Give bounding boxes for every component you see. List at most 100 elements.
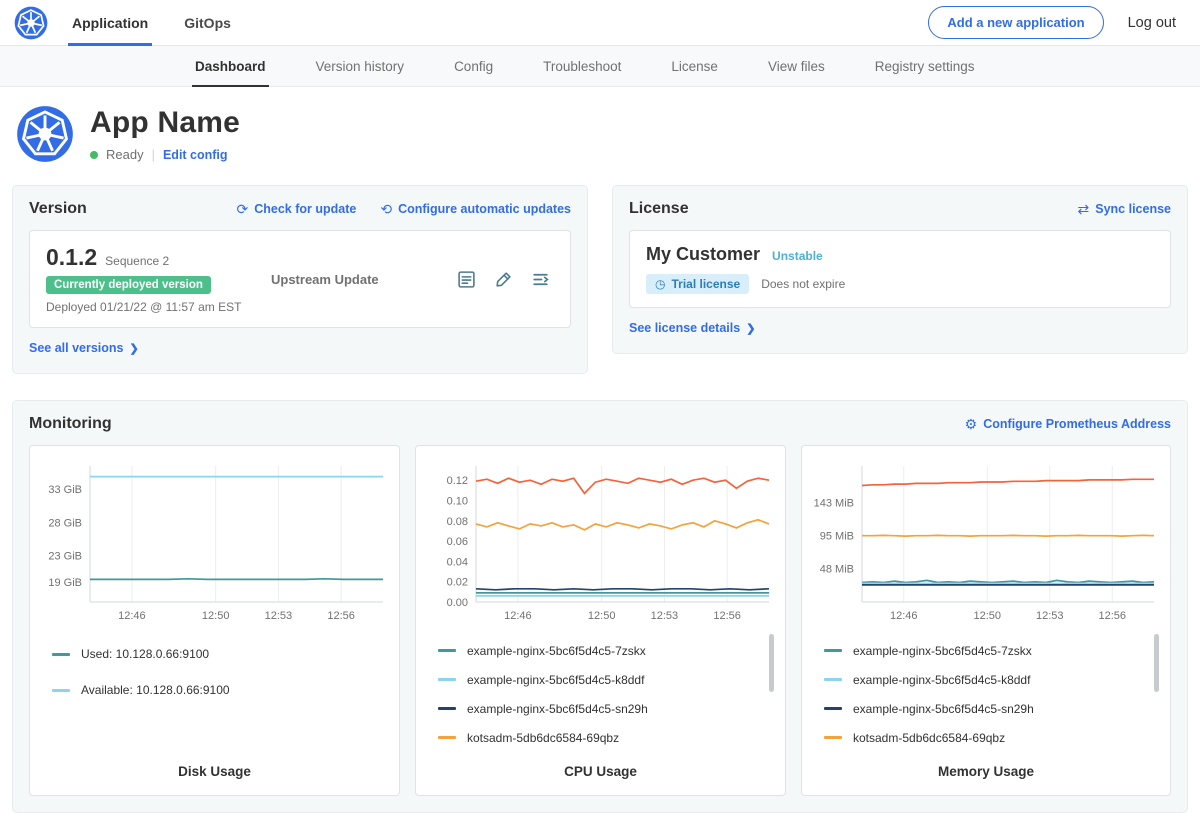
upstream-update-label: Upstream Update <box>271 272 457 287</box>
nav-tab-gitops[interactable]: GitOps <box>166 0 249 45</box>
subnav-item-troubleshoot[interactable]: Troubleshoot <box>518 46 646 86</box>
legend-item: example-nginx-5bc6f5d4c5-7zskx <box>438 636 763 665</box>
chevron-right-icon: ❯ <box>746 322 755 335</box>
see-license-details-link[interactable]: See license details ❯ <box>629 321 755 335</box>
app-header: App Name Ready | Edit config <box>0 87 1200 185</box>
chart-title: Disk Usage <box>38 754 391 795</box>
svg-text:95 MiB: 95 MiB <box>820 531 854 543</box>
see-all-versions-link[interactable]: See all versions ❯ <box>29 341 139 355</box>
subnav-item-view-files[interactable]: View files <box>743 46 850 86</box>
version-sequence: Sequence 2 <box>105 254 169 268</box>
subnav-item-registry-settings[interactable]: Registry settings <box>850 46 1000 86</box>
channel-label: Unstable <box>772 249 823 263</box>
svg-text:12:53: 12:53 <box>1036 610 1064 622</box>
kubernetes-logo-icon <box>14 6 48 40</box>
license-card: License ⇄ Sync license My Customer Unsta… <box>612 185 1188 354</box>
refresh-icon: ⟳ <box>236 202 248 216</box>
sync-icon: ⇄ <box>1078 202 1090 216</box>
page-title: App Name <box>90 106 240 140</box>
svg-text:0.04: 0.04 <box>447 556 468 568</box>
subnav-item-dashboard[interactable]: Dashboard <box>170 46 291 86</box>
legend-item: example-nginx-5bc6f5d4c5-sn29h <box>824 694 1148 723</box>
monitoring-card: Monitoring ⚙ Configure Prometheus Addres… <box>12 400 1188 813</box>
status-dot <box>90 151 98 159</box>
current-version-box: 0.1.2 Sequence 2 Currently deployed vers… <box>29 230 571 328</box>
memory-usage-chart: 12:46 12:50 12:53 12:56 143 MiB 95 MiB 48 MiB <box>810 458 1162 626</box>
svg-text:0.12: 0.12 <box>447 475 468 487</box>
status-text: Ready <box>106 147 144 162</box>
svg-text:12:46: 12:46 <box>504 610 532 622</box>
memory-usage-legend: example-nginx-5bc6f5d4c5-7zskx example-n… <box>810 626 1162 754</box>
legend-item: example-nginx-5bc6f5d4c5-sn29h <box>438 694 763 723</box>
series-swatch <box>52 689 70 692</box>
disk-usage-legend: Used: 10.128.0.66:9100 Available: 10.128… <box>38 626 391 754</box>
legend-item: example-nginx-5bc6f5d4c5-k8ddf <box>824 665 1148 694</box>
svg-text:143 MiB: 143 MiB <box>814 497 854 509</box>
subnav-item-license[interactable]: License <box>646 46 743 86</box>
svg-text:0.10: 0.10 <box>447 496 468 508</box>
subnav-item-config[interactable]: Config <box>429 46 518 86</box>
svg-text:33 GiB: 33 GiB <box>48 484 82 496</box>
svg-text:12:56: 12:56 <box>1098 610 1126 622</box>
configure-prometheus-link[interactable]: ⚙ Configure Prometheus Address <box>965 417 1171 431</box>
divider: | <box>152 147 155 162</box>
subnav-item-version-history[interactable]: Version history <box>291 46 430 86</box>
add-application-button[interactable]: Add a new application <box>928 6 1103 39</box>
series-swatch <box>438 678 456 681</box>
legend-item: Used: 10.128.0.66:9100 <box>52 636 377 672</box>
svg-text:12:50: 12:50 <box>202 610 230 622</box>
license-expiration: Does not expire <box>761 277 845 291</box>
legend-item: example-nginx-5bc6f5d4c5-7zskx <box>824 636 1148 665</box>
app-subnav: Dashboard Version history Config Trouble… <box>0 46 1200 87</box>
configure-automatic-updates-link[interactable]: ⟲ Configure automatic updates <box>380 202 571 216</box>
series-swatch <box>438 649 456 652</box>
series-swatch <box>824 707 842 710</box>
monitoring-title: Monitoring <box>29 415 112 433</box>
svg-text:48 MiB: 48 MiB <box>820 564 854 576</box>
gear-icon: ⚙ <box>965 417 978 431</box>
clock-icon: ◷ <box>655 278 665 290</box>
cpu-usage-panel: 12:4612:5012:5312:560.120.100.080.060.04… <box>415 445 786 796</box>
svg-text:23 GiB: 23 GiB <box>48 551 82 563</box>
svg-text:0.08: 0.08 <box>447 516 468 528</box>
disk-usage-panel: 12:4612:5012:5312:5633 GiB28 GiB23 GiB19… <box>29 445 400 796</box>
license-type-badge: ◷ Trial license <box>646 274 749 294</box>
svg-text:0.06: 0.06 <box>447 536 468 548</box>
logout-link[interactable]: Log out <box>1128 15 1176 31</box>
top-nav: Application GitOps Add a new application… <box>0 0 1200 46</box>
check-for-update-link[interactable]: ⟳ Check for update <box>236 202 356 216</box>
license-card-title: License <box>629 200 689 218</box>
svg-text:28 GiB: 28 GiB <box>48 517 82 529</box>
series-swatch <box>824 649 842 652</box>
version-number: 0.1.2 <box>46 244 97 271</box>
series-swatch <box>438 736 456 739</box>
series-swatch <box>824 736 842 739</box>
svg-text:12:56: 12:56 <box>327 610 355 622</box>
svg-text:0.00: 0.00 <box>447 597 468 609</box>
auto-update-icon: ⟲ <box>380 202 392 216</box>
chart-title: CPU Usage <box>424 754 777 795</box>
svg-text:12:53: 12:53 <box>651 610 679 622</box>
edit-config-icon[interactable] <box>494 270 513 289</box>
release-notes-icon[interactable] <box>457 270 476 289</box>
svg-text:12:46: 12:46 <box>118 610 146 622</box>
cpu-usage-chart: 12:4612:5012:5312:560.120.100.080.060.04… <box>424 458 777 626</box>
nav-tab-application[interactable]: Application <box>54 0 166 45</box>
legend-scrollbar[interactable] <box>769 634 774 692</box>
legend-item: kotsadm-5db6dc6584-69qbz <box>824 723 1148 752</box>
sync-license-link[interactable]: ⇄ Sync license <box>1078 202 1171 216</box>
svg-text:12:50: 12:50 <box>974 610 1002 622</box>
svg-text:19 GiB: 19 GiB <box>48 577 82 589</box>
edit-config-link[interactable]: Edit config <box>163 148 228 162</box>
version-card: Version ⟳ Check for update ⟲ Configure a… <box>12 185 588 374</box>
chart-title: Memory Usage <box>810 754 1162 795</box>
legend-scrollbar[interactable] <box>1154 634 1159 692</box>
legend-item: example-nginx-5bc6f5d4c5-k8ddf <box>438 665 763 694</box>
disk-usage-chart: 12:4612:5012:5312:5633 GiB28 GiB23 GiB19… <box>38 458 391 626</box>
view-diff-icon[interactable] <box>531 270 550 289</box>
legend-item: Available: 10.128.0.66:9100 <box>52 672 377 708</box>
series-swatch <box>52 653 70 656</box>
memory-usage-panel: 12:4612:5012:5312:56143 MiB95 MiB48 MiB … <box>801 445 1171 796</box>
svg-text:12:46: 12:46 <box>890 610 918 622</box>
license-info-box: My Customer Unstable ◷ Trial license Doe… <box>629 230 1171 308</box>
